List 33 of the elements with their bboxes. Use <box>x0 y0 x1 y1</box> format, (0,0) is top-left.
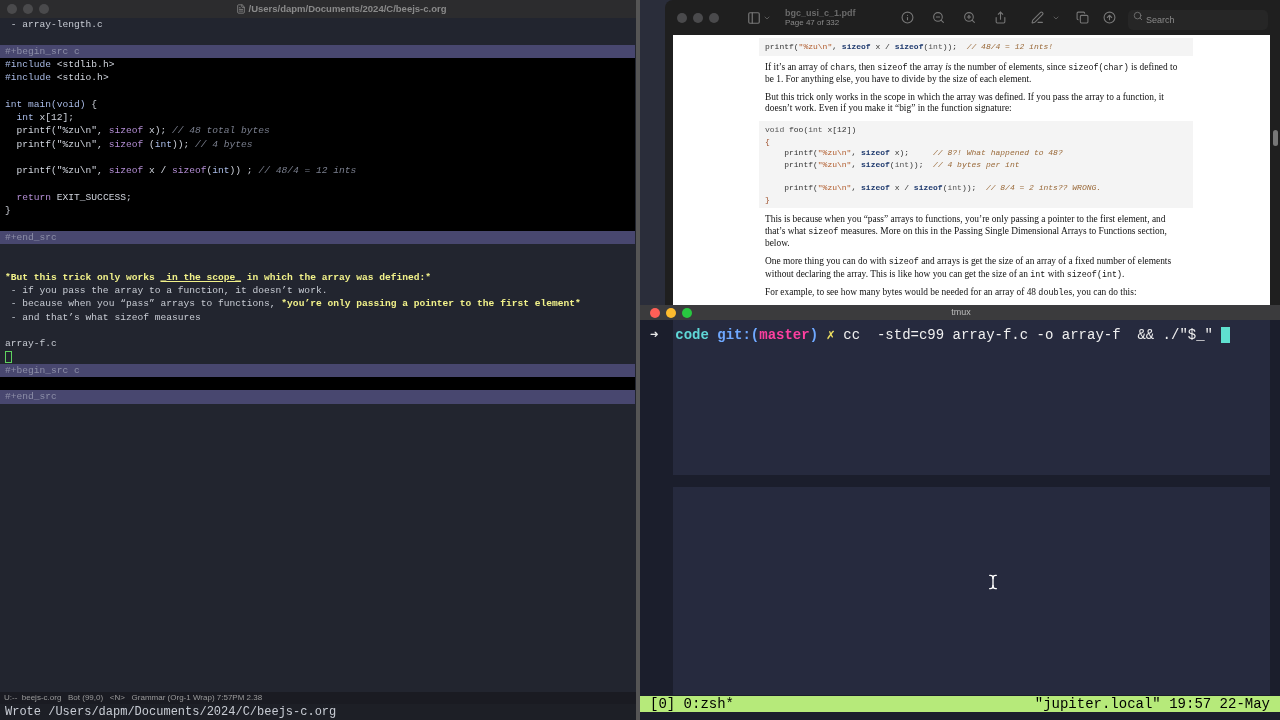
code-block: printf("%zu\n", sizeof x / sizeof(int)); // 48/4 = 12 ints! <box>759 38 1193 56</box>
paragraph: But this trick only works in the scope in which the array was defined. If you pass the array to a function, it doesn’t work. Even if you make it “big” in the function signature: <box>765 91 1165 115</box>
document-name: bgc_usi_c_1.pdf <box>785 7 856 18</box>
copy-icon[interactable] <box>1076 11 1089 24</box>
window-control[interactable] <box>650 307 660 318</box>
terminal-cursor <box>1221 327 1230 343</box>
text-line: *But this trick only works _in the scope_ in which the array was defined:* <box>5 270 432 284</box>
document-icon <box>235 4 246 14</box>
window-title: /Users/dapm/Documents/2024/C/beejs-c.org <box>248 1 447 16</box>
text-line: - and that’s what sizeof measures <box>9 310 201 324</box>
paragraph: This is because when you “pass” arrays to functions, you’re only passing a pointer to the first element, and that’s what sizeof measures. More on this in the Passing Single Dimensional Arrays to Functions section, below. <box>765 214 1168 250</box>
window-control[interactable] <box>666 307 676 318</box>
pen-icon[interactable] <box>1031 11 1044 24</box>
page-count: Page 47 of 332 <box>785 17 840 28</box>
text-line: - if you pass the array to a function, it doesn’t work. <box>9 283 328 298</box>
info-icon[interactable] <box>901 11 914 24</box>
zoom-out-icon[interactable] <box>932 11 945 24</box>
text-line: - because when you “pass” arrays to functions, *you’re only passing a pointer to the first element* <box>9 297 581 311</box>
share-icon[interactable] <box>994 11 1007 24</box>
zoom-in-icon[interactable] <box>963 11 976 24</box>
text-line: array-f.c <box>5 337 57 351</box>
text-cursor <box>5 351 12 364</box>
text-line: - array-length.c <box>9 18 103 32</box>
prompt-line: ➜ code git:(master) ✗ cc -std=c99 array-f.c -o array-f && ./"$_" <box>650 326 1213 344</box>
window-title: tmux <box>950 305 972 319</box>
window-list: [0] 0:zsh* <box>650 693 734 715</box>
host-clock: "jupiter.local" 19:57 22-May <box>1034 694 1270 714</box>
block-delimiter: #+end_src <box>0 390 635 404</box>
sidebar-icon[interactable] <box>747 10 761 25</box>
code-block: void foo(int x[12]) { printf("%zu\n", sizeof x); // 8?! What happened to 48? printf("%zu\n", sizeof(int)); // 4 bytes per int printf("%zu\n", sizeof x / sizeof(int)); // 8/4 = 2 ints?? WRONG. } <box>759 120 1193 209</box>
window-control[interactable] <box>682 307 692 318</box>
scrollbar-thumb[interactable] <box>1273 130 1278 146</box>
search-field[interactable]: Search <box>1128 9 1268 30</box>
